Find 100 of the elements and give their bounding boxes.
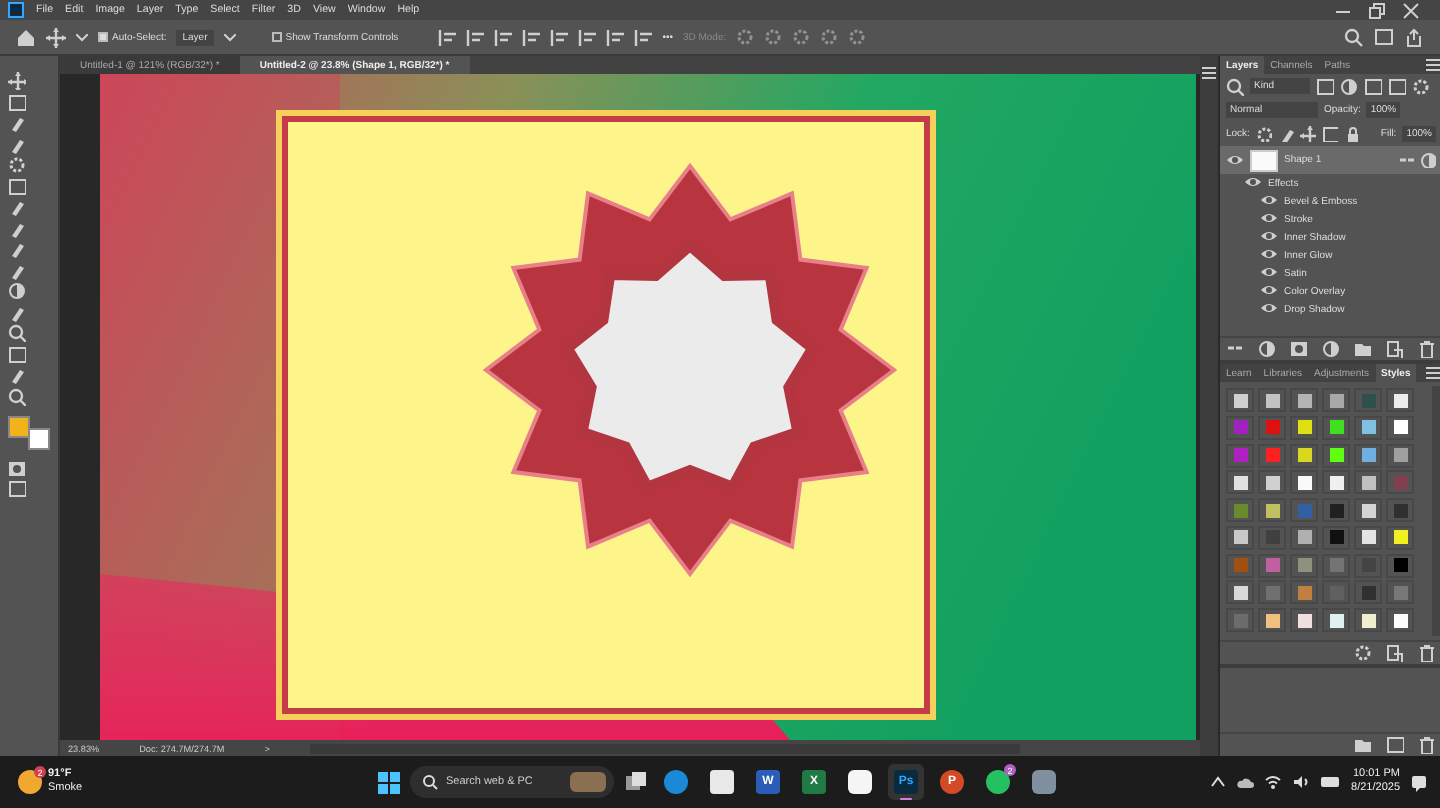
- layer-action-icon[interactable]: [1418, 340, 1436, 358]
- style-swatch[interactable]: [1361, 475, 1375, 490]
- home-icon[interactable]: [16, 27, 36, 47]
- style-swatch[interactable]: [1393, 613, 1407, 628]
- style-swatch[interactable]: [1297, 448, 1311, 463]
- tool-icon[interactable]: [8, 387, 26, 405]
- eye-icon[interactable]: [1226, 151, 1244, 169]
- caret-icon[interactable]: [76, 33, 88, 41]
- style-swatch[interactable]: [1361, 503, 1375, 518]
- layer-action-icon[interactable]: [1322, 340, 1340, 358]
- style-swatch[interactable]: [1233, 448, 1247, 463]
- notification-icon[interactable]: [1410, 773, 1428, 791]
- style-swatch[interactable]: [1329, 420, 1343, 435]
- style-swatch[interactable]: [1393, 558, 1407, 573]
- tool-icon[interactable]: [8, 72, 26, 90]
- eye-icon[interactable]: [1260, 210, 1278, 228]
- chevron-up-icon[interactable]: [1209, 774, 1226, 790]
- tool-icon[interactable]: [8, 324, 26, 342]
- style-swatch[interactable]: [1265, 475, 1279, 490]
- style-swatch[interactable]: [1265, 448, 1279, 463]
- style-swatch[interactable]: [1361, 420, 1375, 435]
- style-swatch[interactable]: [1329, 503, 1343, 518]
- align-icon[interactable]: [494, 28, 513, 46]
- style-swatch[interactable]: [1297, 558, 1311, 573]
- style-swatch[interactable]: [1329, 558, 1343, 573]
- layer-action-icon[interactable]: [1386, 340, 1404, 358]
- style-swatch[interactable]: [1265, 503, 1279, 518]
- search-icon[interactable]: [1344, 27, 1364, 47]
- filter-icon[interactable]: [1316, 77, 1334, 95]
- style-swatch[interactable]: [1233, 503, 1247, 518]
- style-swatch[interactable]: [1393, 585, 1407, 600]
- align-icon[interactable]: [634, 28, 653, 46]
- eye-icon[interactable]: [1260, 282, 1278, 300]
- start-icon[interactable]: [378, 771, 400, 793]
- align-icon[interactable]: [606, 28, 625, 46]
- panel-action-icon[interactable]: [1418, 736, 1436, 754]
- style-swatch[interactable]: [1393, 503, 1407, 518]
- filter-icon[interactable]: [1340, 77, 1358, 95]
- style-swatch[interactable]: [1361, 448, 1375, 463]
- style-swatch[interactable]: [1265, 393, 1279, 407]
- eye-icon[interactable]: [1260, 300, 1278, 318]
- style-swatch[interactable]: [1297, 393, 1311, 407]
- foreground-color-swatch[interactable]: [8, 416, 30, 438]
- style-swatch[interactable]: [1393, 393, 1407, 407]
- move-tool-icon[interactable]: [46, 27, 66, 47]
- taskbar-app[interactable]: [704, 764, 740, 800]
- panel-menu-icon[interactable]: [1424, 364, 1440, 382]
- caret-icon[interactable]: [223, 33, 236, 41]
- style-swatch[interactable]: [1361, 613, 1375, 628]
- screen-mode-icon[interactable]: [8, 480, 26, 498]
- battery-icon[interactable]: [1319, 774, 1342, 790]
- style-swatch[interactable]: [1233, 393, 1247, 407]
- share-icon[interactable]: [1404, 27, 1424, 47]
- cloud-icon[interactable]: [1235, 774, 1254, 790]
- style-swatch[interactable]: [1361, 393, 1375, 407]
- layer-action-icon[interactable]: [1290, 340, 1308, 358]
- align-icon[interactable]: [438, 28, 457, 46]
- layer-action-icon[interactable]: [1258, 340, 1276, 358]
- restore-icon[interactable]: [1368, 1, 1386, 19]
- wifi-icon[interactable]: [1263, 774, 1282, 790]
- style-swatch[interactable]: [1297, 503, 1311, 518]
- style-swatch[interactable]: [1265, 420, 1279, 435]
- close-icon[interactable]: [1402, 1, 1420, 19]
- style-swatch[interactable]: [1393, 530, 1407, 545]
- style-swatch[interactable]: [1265, 585, 1279, 600]
- align-icon[interactable]: [466, 28, 485, 46]
- align-icon[interactable]: [550, 28, 569, 46]
- eye-icon[interactable]: [1260, 246, 1278, 264]
- style-action-icon[interactable]: [1354, 644, 1372, 662]
- style-swatch[interactable]: [1297, 613, 1311, 628]
- taskbar-app[interactable]: [842, 764, 878, 800]
- style-swatch[interactable]: [1297, 585, 1311, 600]
- style-swatch[interactable]: [1233, 585, 1247, 600]
- style-swatch[interactable]: [1361, 585, 1375, 600]
- style-action-icon[interactable]: [1386, 644, 1404, 662]
- frame-icon[interactable]: [1374, 27, 1394, 47]
- style-swatch[interactable]: [1297, 475, 1311, 490]
- style-swatch[interactable]: [1233, 530, 1247, 545]
- speaker-icon[interactable]: [1291, 774, 1310, 790]
- style-swatch[interactable]: [1393, 420, 1407, 435]
- style-swatch[interactable]: [1233, 475, 1247, 490]
- scrollbar[interactable]: [309, 743, 1020, 753]
- style-swatch[interactable]: [1233, 558, 1247, 573]
- style-swatch[interactable]: [1329, 530, 1343, 545]
- panel-icon[interactable]: [1200, 64, 1218, 82]
- style-swatch[interactable]: [1329, 475, 1343, 490]
- search-icon[interactable]: [1226, 77, 1244, 95]
- align-icon[interactable]: [522, 28, 541, 46]
- background-color-swatch[interactable]: [28, 428, 50, 450]
- quick-mask-icon[interactable]: [8, 459, 26, 477]
- tool-icon[interactable]: [8, 282, 26, 300]
- eye-icon[interactable]: [1260, 228, 1278, 246]
- style-swatch[interactable]: [1297, 530, 1311, 545]
- style-swatch[interactable]: [1233, 420, 1247, 435]
- tool-icon[interactable]: [8, 303, 26, 321]
- style-swatch[interactable]: [1393, 448, 1407, 463]
- eye-icon[interactable]: [1244, 174, 1262, 192]
- style-swatch[interactable]: [1329, 448, 1343, 463]
- style-swatch[interactable]: [1393, 475, 1407, 490]
- style-swatch[interactable]: [1233, 613, 1247, 628]
